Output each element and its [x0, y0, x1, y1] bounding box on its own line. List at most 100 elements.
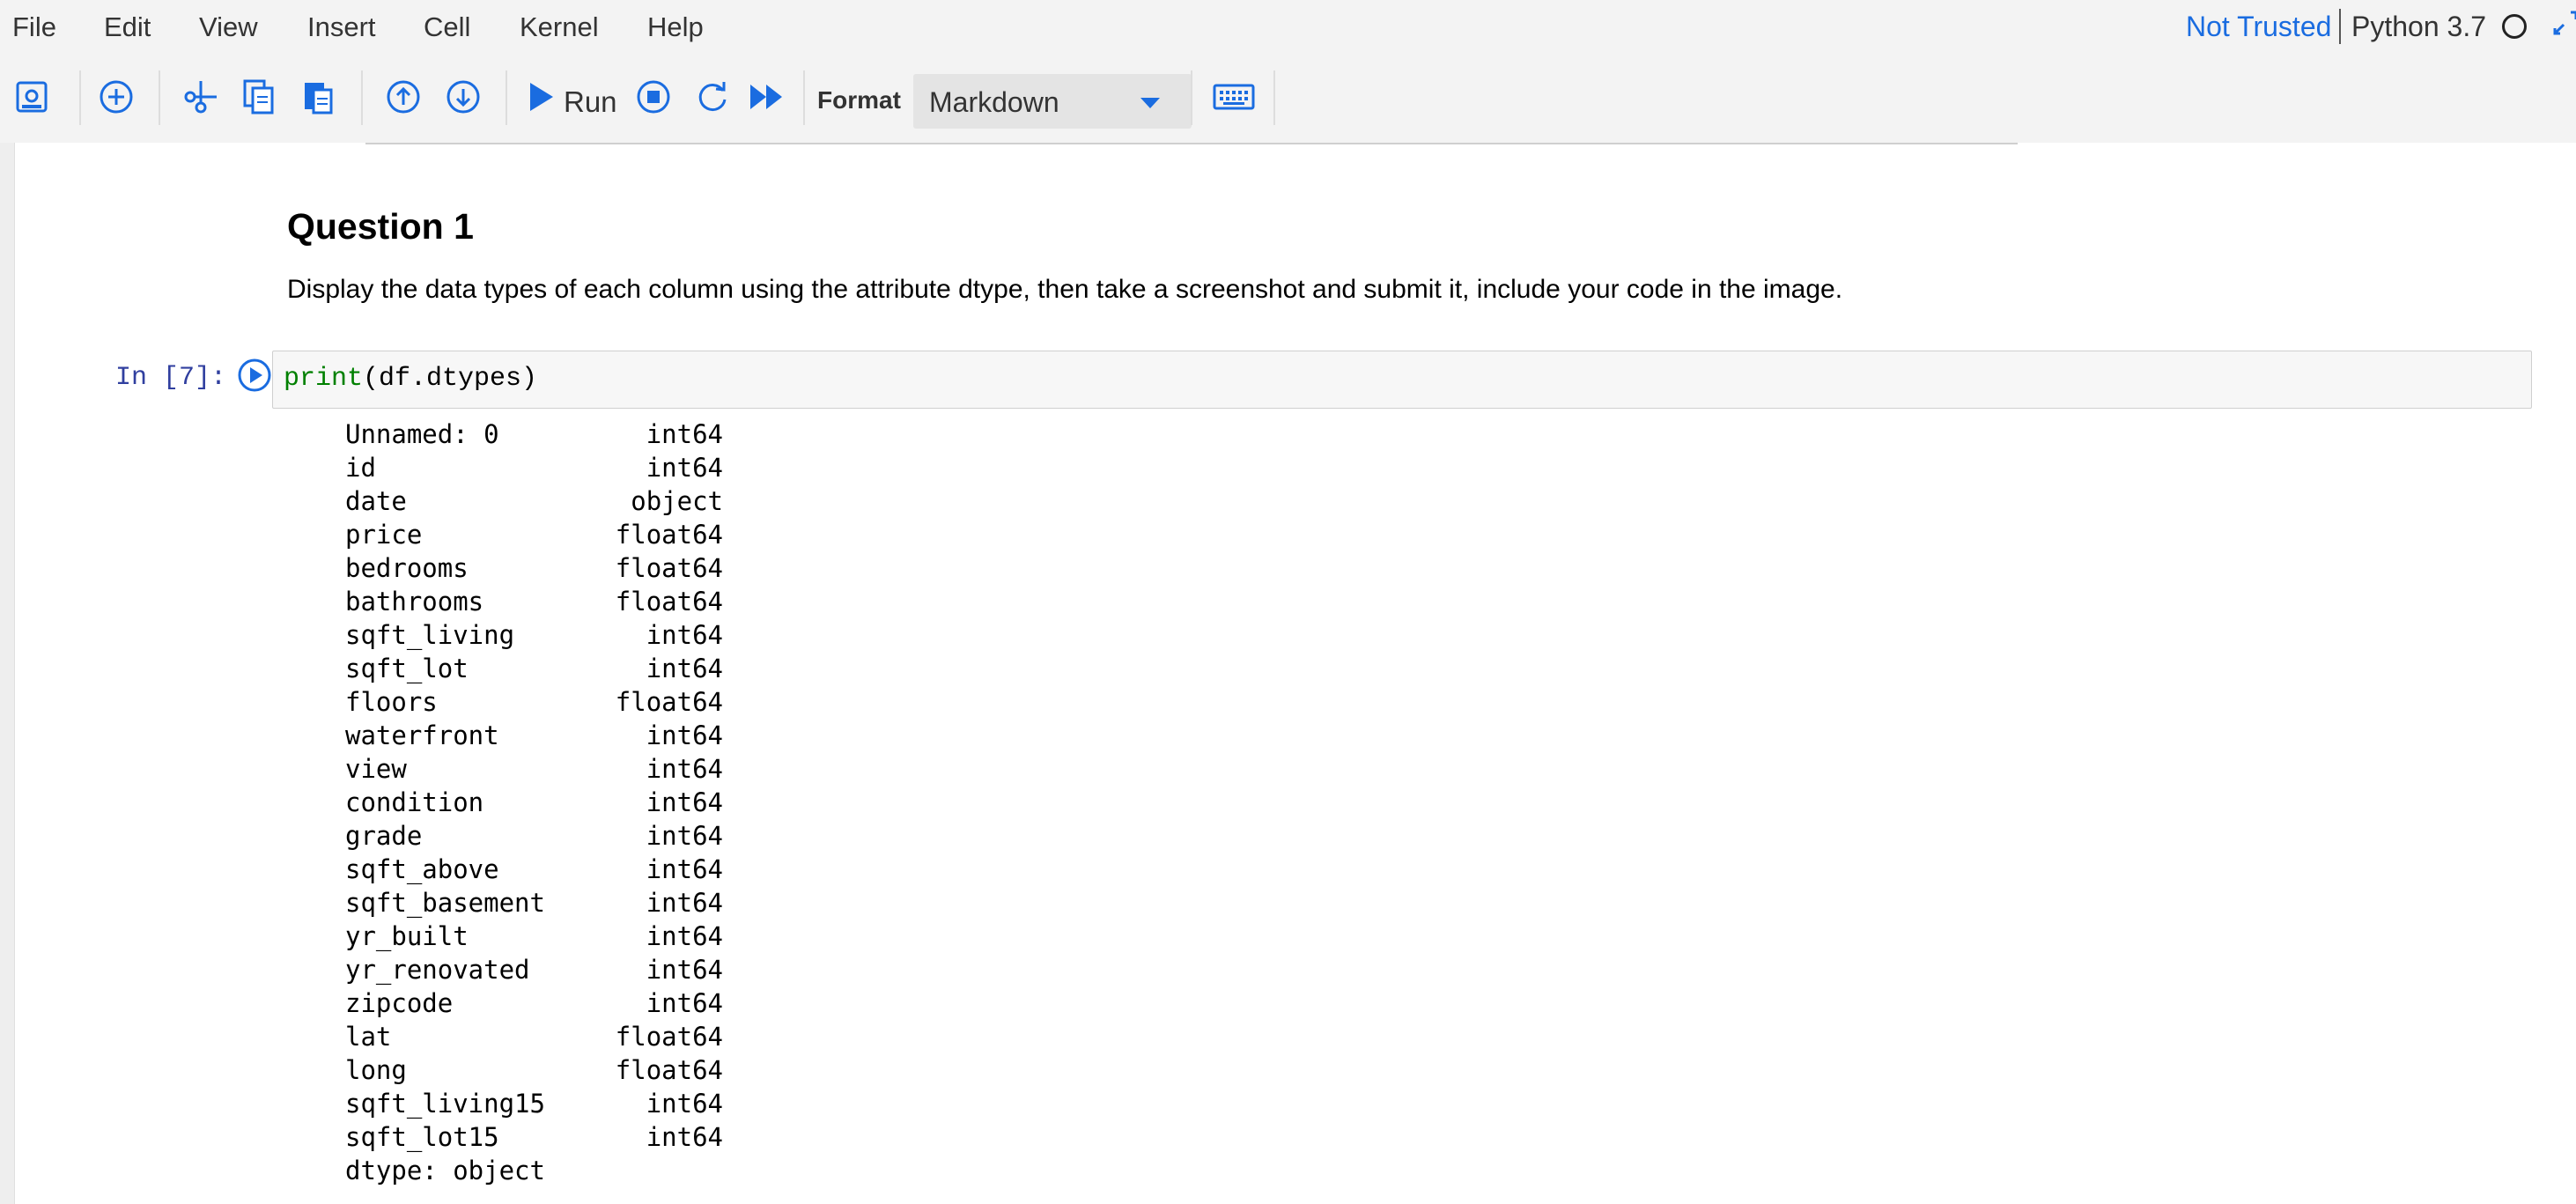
- output-row: yr_renovated int64: [345, 953, 723, 986]
- toolbar-divider: [361, 70, 363, 125]
- output-row: grade int64: [345, 819, 723, 853]
- copy-button[interactable]: [236, 74, 282, 120]
- output-column-dtype: float64: [615, 687, 723, 717]
- output-row: sqft_living int64: [345, 618, 723, 652]
- menu-kernel[interactable]: Kernel: [520, 11, 599, 44]
- output-column-name: yr_built: [345, 921, 469, 951]
- markdown-paragraph: Display the data types of each column us…: [287, 275, 1843, 304]
- run-label[interactable]: Run: [564, 85, 617, 120]
- copy-icon: [243, 79, 274, 114]
- not-trusted-button[interactable]: Not Trusted: [2186, 9, 2331, 44]
- notebook-container: Question 1 Display the data types of eac…: [14, 143, 2576, 1204]
- output-column-dtype: int64: [646, 955, 723, 985]
- keyboard-shortcuts-button[interactable]: [1210, 74, 1258, 120]
- markdown-heading: Question 1: [287, 206, 474, 247]
- menu-cell[interactable]: Cell: [424, 11, 470, 44]
- output-column-dtype: int64: [646, 1122, 723, 1152]
- output-column-dtype: int64: [646, 1089, 723, 1119]
- paste-icon: [305, 83, 333, 114]
- output-column-name: sqft_basement: [345, 888, 545, 918]
- output-column-dtype: float64: [615, 520, 723, 550]
- move-up-button[interactable]: [380, 74, 426, 120]
- stop-icon: [637, 80, 670, 114]
- menu-view[interactable]: View: [199, 11, 258, 44]
- output-row: Unnamed: 0 int64: [345, 417, 723, 451]
- output-column-name: Unnamed: 0: [345, 419, 499, 449]
- output-column-name: waterfront: [345, 720, 499, 750]
- output-row: sqft_basement int64: [345, 886, 723, 920]
- output-column-dtype: float64: [615, 553, 723, 583]
- input-prompt: In [7]:: [115, 363, 227, 393]
- output-row: zipcode int64: [345, 986, 723, 1020]
- output-row: sqft_above int64: [345, 853, 723, 886]
- output-column-name: sqft_lot15: [345, 1122, 499, 1152]
- output-row: bathrooms float64: [345, 585, 723, 618]
- output-row: view int64: [345, 752, 723, 786]
- run-cell-icon[interactable]: [235, 356, 274, 395]
- output-column-name: lat: [345, 1022, 392, 1052]
- menu-edit[interactable]: Edit: [104, 11, 151, 44]
- output-row: waterfront int64: [345, 719, 723, 752]
- toolbar: Run Format Markdown: [0, 56, 2576, 143]
- run-button[interactable]: [518, 74, 564, 120]
- keyboard-icon: [1213, 84, 1255, 110]
- output-column-name: yr_renovated: [345, 955, 530, 985]
- move-down-icon: [447, 80, 480, 114]
- interrupt-button[interactable]: [631, 74, 676, 120]
- cut-button[interactable]: [178, 74, 224, 120]
- expand-icon[interactable]: [2550, 7, 2576, 42]
- menu-bar: File Edit View Insert Cell Kernel Help N…: [0, 0, 2576, 56]
- output-column-dtype: int64: [646, 888, 723, 918]
- toolbar-divider: [159, 70, 160, 125]
- output-column-dtype: int64: [646, 654, 723, 683]
- output-column-dtype: float64: [615, 1055, 723, 1085]
- output-column-name: sqft_above: [345, 854, 499, 884]
- run-all-button[interactable]: [743, 74, 789, 120]
- output-column-name: sqft_living: [345, 620, 515, 650]
- output-row: bedrooms float64: [345, 551, 723, 585]
- move-down-button[interactable]: [440, 74, 486, 120]
- code-line: print(df.dtypes): [284, 362, 537, 395]
- output-row: yr_built int64: [345, 920, 723, 953]
- fast-forward-icon: [750, 85, 782, 109]
- cell-divider: [365, 143, 2018, 144]
- code-text: (df.dtypes): [363, 364, 538, 394]
- toolbar-divider: [506, 70, 507, 125]
- output-column-name: price: [345, 520, 423, 550]
- kernel-name[interactable]: Python 3.7: [2351, 9, 2486, 44]
- output-column-dtype: int64: [646, 921, 723, 951]
- output-column-dtype: int64: [646, 821, 723, 851]
- restart-button[interactable]: [690, 74, 736, 120]
- menu-file[interactable]: File: [12, 11, 56, 44]
- output-column-dtype: float64: [615, 1022, 723, 1052]
- output-row: price float64: [345, 518, 723, 551]
- add-cell-button[interactable]: [93, 74, 139, 120]
- toolbar-divider: [1191, 70, 1192, 125]
- output-column-dtype: int64: [646, 453, 723, 483]
- output-row: condition int64: [345, 786, 723, 819]
- output-column-dtype: object: [631, 486, 723, 516]
- output-column-name: floors: [345, 687, 438, 717]
- run-icon: [530, 83, 553, 111]
- output-column-name: id: [345, 453, 376, 483]
- code-cell-input[interactable]: print(df.dtypes): [272, 351, 2532, 409]
- output-row: date object: [345, 484, 723, 518]
- output-row: sqft_lot int64: [345, 652, 723, 685]
- menu-insert[interactable]: Insert: [307, 11, 376, 44]
- toolbar-divider: [1273, 70, 1275, 125]
- output-row: id int64: [345, 451, 723, 484]
- save-icon: [16, 81, 48, 113]
- toolbar-divider: [803, 70, 805, 125]
- output-column-name: condition: [345, 787, 484, 817]
- output-column-dtype: int64: [646, 720, 723, 750]
- kernel-separator: [2339, 9, 2341, 44]
- cell-type-select[interactable]: Markdown: [913, 74, 1192, 129]
- output-row: floors float64: [345, 685, 723, 719]
- format-label: Format: [817, 86, 901, 114]
- paste-button[interactable]: [296, 74, 342, 120]
- output-column-name: sqft_living15: [345, 1089, 545, 1119]
- output-column-dtype: int64: [646, 787, 723, 817]
- save-button[interactable]: [9, 74, 55, 120]
- menu-help[interactable]: Help: [647, 11, 704, 44]
- output-column-dtype: int64: [646, 754, 723, 784]
